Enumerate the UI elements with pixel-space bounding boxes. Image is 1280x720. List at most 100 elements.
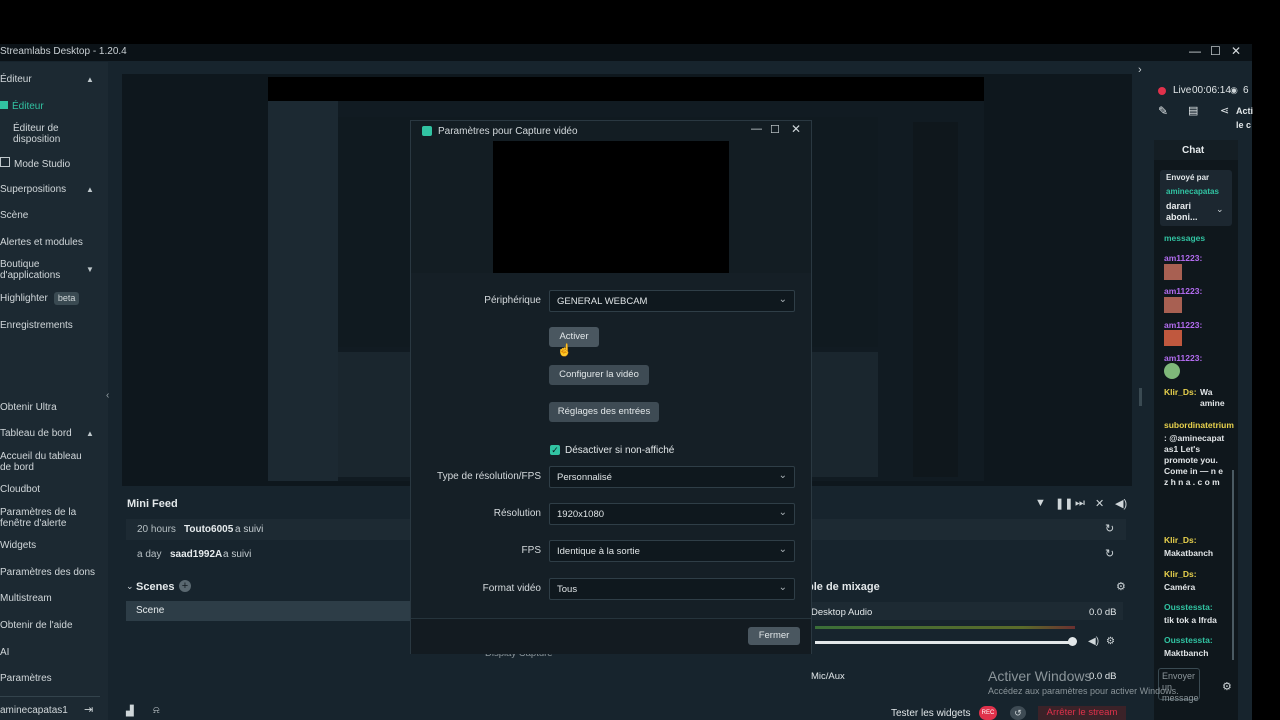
chat-user[interactable]: Klir_Ds: (1164, 387, 1197, 397)
minimize-icon[interactable]: — (751, 123, 762, 135)
chevron-right-icon[interactable]: › (1138, 64, 1142, 76)
chevron-down-icon[interactable]: ▼ (86, 265, 94, 274)
chat-scrollbar[interactable] (1232, 470, 1234, 660)
notifications-icon[interactable]: ⍾ (153, 705, 160, 716)
channel-name: Mic/Aux (811, 671, 845, 682)
sidebar-item-studio-mode[interactable]: Mode Studio (0, 157, 70, 170)
volume-icon[interactable]: ◀) (1115, 497, 1127, 510)
sidebar-item-alerts[interactable]: Alertes et modules (0, 237, 83, 248)
sidebar-divider (0, 696, 100, 697)
sidebar-item-recordings[interactable]: Enregistrements (0, 320, 73, 331)
replay-icon[interactable]: ↻ (1105, 522, 1114, 535)
resolution-type-select[interactable]: Personnalisé ⌄ (549, 466, 795, 488)
rec-button[interactable]: REC (979, 706, 997, 720)
maximize-icon[interactable]: ☐ (1210, 44, 1221, 58)
sidebar-item-ultra[interactable]: Obtenir Ultra (0, 402, 57, 413)
feed-user[interactable]: Touto6005 (184, 524, 233, 535)
close-icon[interactable]: ✕ (791, 122, 801, 136)
sidebar-item-highlighter[interactable]: Highlighter beta (0, 292, 80, 305)
filter-icon[interactable]: ▼ (1035, 497, 1046, 509)
chat-user[interactable]: subordinatetrium (1164, 420, 1234, 430)
input-settings-button[interactable]: Réglages des entrées (549, 402, 659, 422)
resolution-value: 1920x1080 (557, 509, 605, 520)
sidebar-item-cloudbot[interactable]: Cloudbot (0, 484, 40, 495)
video-format-select[interactable]: Tous ⌄ (549, 578, 795, 600)
skip-icon[interactable]: ⏭ (1075, 497, 1085, 510)
sidebar-item-multistream[interactable]: Multistream (0, 593, 52, 604)
sidebar-item-editor-group[interactable]: Éditeur (0, 74, 32, 85)
mute-alerts-icon[interactable]: ✕ (1095, 497, 1104, 510)
preview-nested-sidebar (268, 101, 338, 481)
pause-icon[interactable]: ❚❚ (1055, 497, 1073, 510)
chat-user[interactable]: Ousstessta: (1164, 635, 1213, 645)
mouse-cursor-icon: ☝ (557, 343, 572, 357)
minimize-icon[interactable]: — (1189, 44, 1201, 58)
chat-message: tik tok a lfrda (1164, 615, 1217, 625)
chat-user[interactable]: Ousstessta: (1164, 602, 1213, 612)
configure-video-button[interactable]: Configurer la vidéo (549, 365, 649, 385)
sidebar-item-help[interactable]: Obtenir de l'aide (0, 620, 73, 631)
scene-item[interactable]: Scene (126, 601, 410, 621)
close-button[interactable]: Fermer (748, 627, 800, 645)
preview-nested-chat (913, 122, 958, 477)
chat-user[interactable]: am11223: (1164, 253, 1202, 263)
chevron-up-icon[interactable]: ▲ (86, 75, 94, 84)
chat-settings-icon[interactable]: ⚙ (1222, 680, 1232, 693)
volume-slider[interactable] (815, 641, 1073, 644)
pinned-message[interactable]: Envoyé par aminecapatas darari aboni... … (1160, 170, 1232, 226)
chevron-up-icon[interactable]: ▲ (86, 185, 94, 194)
resolution-label: Résolution (493, 508, 541, 519)
scrollbar[interactable] (1139, 388, 1142, 406)
close-icon[interactable]: ✕ (1231, 44, 1241, 58)
chat-user[interactable]: am11223: (1164, 320, 1202, 330)
sidebar-item-settings[interactable]: Paramètres (0, 673, 52, 684)
sidebar-item-widgets[interactable]: Widgets (0, 540, 36, 551)
logout-icon[interactable]: ⇥ (84, 703, 93, 716)
sidebar-item-layout-editor[interactable]: Éditeur de disposition (13, 123, 93, 145)
test-widgets-button[interactable]: Tester les widgets (891, 708, 970, 719)
volume-slider-handle[interactable] (1068, 637, 1077, 646)
sidebar-item-ai[interactable]: AI (0, 647, 9, 658)
device-select[interactable]: GENERAL WEBCAM ⌄ (549, 290, 795, 312)
feed-user[interactable]: saad1992A (170, 549, 222, 560)
chat-user[interactable]: am11223: (1164, 286, 1202, 296)
emote-image (1164, 330, 1182, 346)
chat-user[interactable]: am11223: (1164, 353, 1202, 363)
feed-action: a suivi (223, 549, 252, 560)
popout-chat-icon[interactable]: ▤ (1188, 104, 1198, 117)
collapse-sidebar-icon[interactable]: ‹ (106, 390, 109, 401)
chevron-up-icon[interactable]: ▲ (86, 429, 94, 438)
collapse-icon[interactable]: ⌄ (126, 581, 134, 592)
action-label[interactable]: Acti (1236, 106, 1253, 116)
edit-pencil-icon[interactable]: ✎ (1158, 104, 1168, 118)
share-icon[interactable]: ⋖ (1220, 104, 1229, 117)
replay-icon[interactable]: ↻ (1105, 547, 1114, 560)
volume-icon[interactable]: ◀) (1088, 636, 1099, 647)
sidebar-item-editor[interactable]: Éditeur (0, 101, 44, 112)
add-scene-icon[interactable]: + (179, 580, 191, 592)
disable-hidden-label: Désactiver si non-affiché (565, 445, 675, 456)
chat-user[interactable]: Klir_Ds: (1164, 569, 1197, 579)
live-indicator-icon (1158, 87, 1166, 95)
channel-settings-icon[interactable]: ⚙ (1106, 636, 1115, 647)
chevron-down-icon[interactable]: ⌄ (1216, 204, 1224, 215)
sidebar-item-scene[interactable]: Scène (0, 210, 28, 221)
stop-stream-button[interactable]: Arrêter le stream (1038, 706, 1126, 720)
sidebar-item-overlays[interactable]: Superpositions (0, 184, 66, 195)
maximize-icon[interactable]: ☐ (770, 123, 780, 136)
sidebar-item-alert-box-settings[interactable]: Paramètres de la fenêtre d'alerte (0, 507, 80, 529)
replay-buffer-icon[interactable]: ↺ (1010, 706, 1026, 720)
chevron-down-icon: ⌄ (778, 544, 787, 555)
fps-select[interactable]: Identique à la sortie ⌄ (549, 540, 795, 562)
feed-time: 20 hours (137, 524, 176, 535)
resolution-select[interactable]: 1920x1080 ⌄ (549, 503, 795, 525)
sidebar-item-app-store[interactable]: Boutique d'applications (0, 259, 70, 281)
sidebar-item-dashboard-home[interactable]: Accueil du tableau de bord (0, 451, 95, 473)
sidebar-item-dashboard[interactable]: Tableau de bord (0, 428, 72, 439)
chat-user[interactable]: Klir_Ds: (1164, 535, 1197, 545)
sidebar-item-account[interactable]: aminecapatas1 (0, 705, 68, 716)
disable-hidden-checkbox[interactable]: ✓ (550, 445, 560, 455)
channel-name: Desktop Audio (811, 607, 873, 618)
mixer-settings-icon[interactable]: ⚙ (1116, 580, 1126, 593)
sidebar-item-donation-settings[interactable]: Paramètres des dons (0, 567, 95, 578)
